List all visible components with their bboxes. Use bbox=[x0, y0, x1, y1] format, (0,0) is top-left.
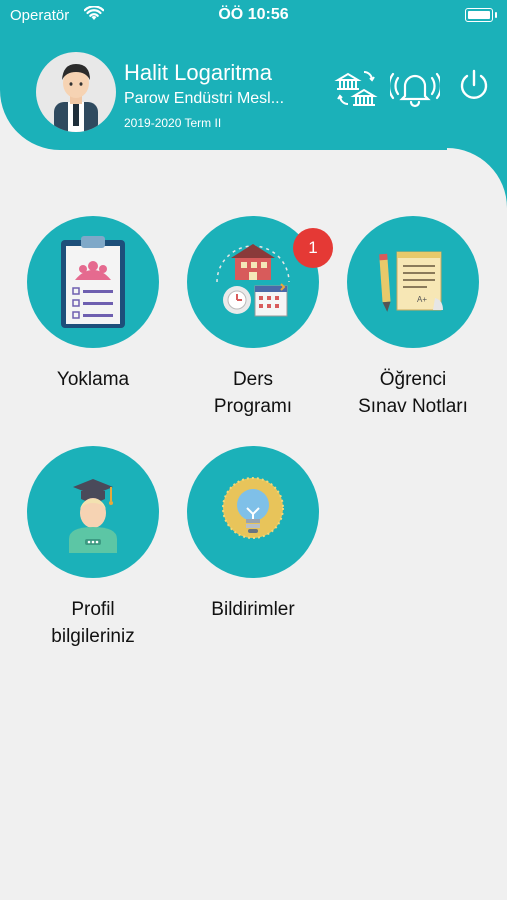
school-name: Parow Endüstri Mesl... bbox=[124, 90, 285, 107]
status-bar: Operatör ÖÖ 10:56 bbox=[0, 0, 507, 30]
schedule-icon bbox=[216, 244, 290, 317]
menu-icon-circle[interactable] bbox=[27, 446, 159, 578]
menu-icon-circle[interactable] bbox=[27, 216, 159, 348]
menu-icon-circle[interactable]: 1 bbox=[187, 216, 333, 348]
lightbulb-icon bbox=[222, 477, 284, 539]
menu-label: Bildirimler bbox=[178, 596, 328, 623]
menu-label: Yoklama bbox=[18, 366, 168, 393]
menu-label-line2: Sınav Notları bbox=[358, 396, 468, 417]
menu-item-bildirimler[interactable]: Bildirimler bbox=[178, 446, 328, 623]
notification-badge: 1 bbox=[293, 228, 333, 268]
bell-icon[interactable] bbox=[390, 66, 440, 110]
menu-item-ders-programi[interactable]: 1 Ders Programı bbox=[178, 216, 333, 420]
menu-label-line1: Ders bbox=[232, 369, 274, 390]
menu-item-ogrenci-sinav-notlari[interactable]: A+ Öğrenci Sınav Notları bbox=[338, 216, 488, 420]
power-icon[interactable] bbox=[456, 68, 492, 104]
menu-label-line1: Öğrenci bbox=[379, 369, 447, 390]
menu-item-profil-bilgileriniz[interactable]: Profil bilgileriniz bbox=[18, 446, 168, 650]
menu-label-line2: bilgileriniz bbox=[51, 626, 135, 647]
avatar[interactable] bbox=[36, 52, 116, 132]
switch-school-icon[interactable] bbox=[334, 66, 378, 110]
graduate-profile-icon bbox=[69, 479, 117, 553]
menu-label-line1: Profil bbox=[71, 599, 115, 620]
user-avatar-icon bbox=[54, 64, 98, 132]
menu-icon-circle[interactable] bbox=[187, 446, 319, 578]
menu-label: Profil bilgileriniz bbox=[18, 596, 168, 650]
menu-label: Öğrenci Sınav Notları bbox=[338, 366, 488, 420]
clipboard-attendance-icon bbox=[61, 236, 125, 328]
term-label: 2019-2020 Term II bbox=[124, 116, 222, 130]
svg-text:A+: A+ bbox=[417, 295, 427, 304]
menu-icon-circle[interactable]: A+ bbox=[347, 216, 479, 348]
user-name: Halit Logaritma bbox=[124, 60, 272, 85]
menu-label-line2: Programı bbox=[213, 396, 293, 417]
menu-label-line1: Yoklama bbox=[56, 369, 130, 390]
menu-item-yoklama[interactable]: Yoklama bbox=[18, 216, 168, 393]
battery-icon bbox=[465, 8, 497, 22]
menu-label-line1: Bildirimler bbox=[211, 599, 295, 620]
exam-notes-icon: A+ bbox=[379, 251, 443, 312]
status-time: ÖÖ 10:56 bbox=[218, 6, 289, 23]
menu-label: Ders Programı bbox=[178, 366, 328, 420]
